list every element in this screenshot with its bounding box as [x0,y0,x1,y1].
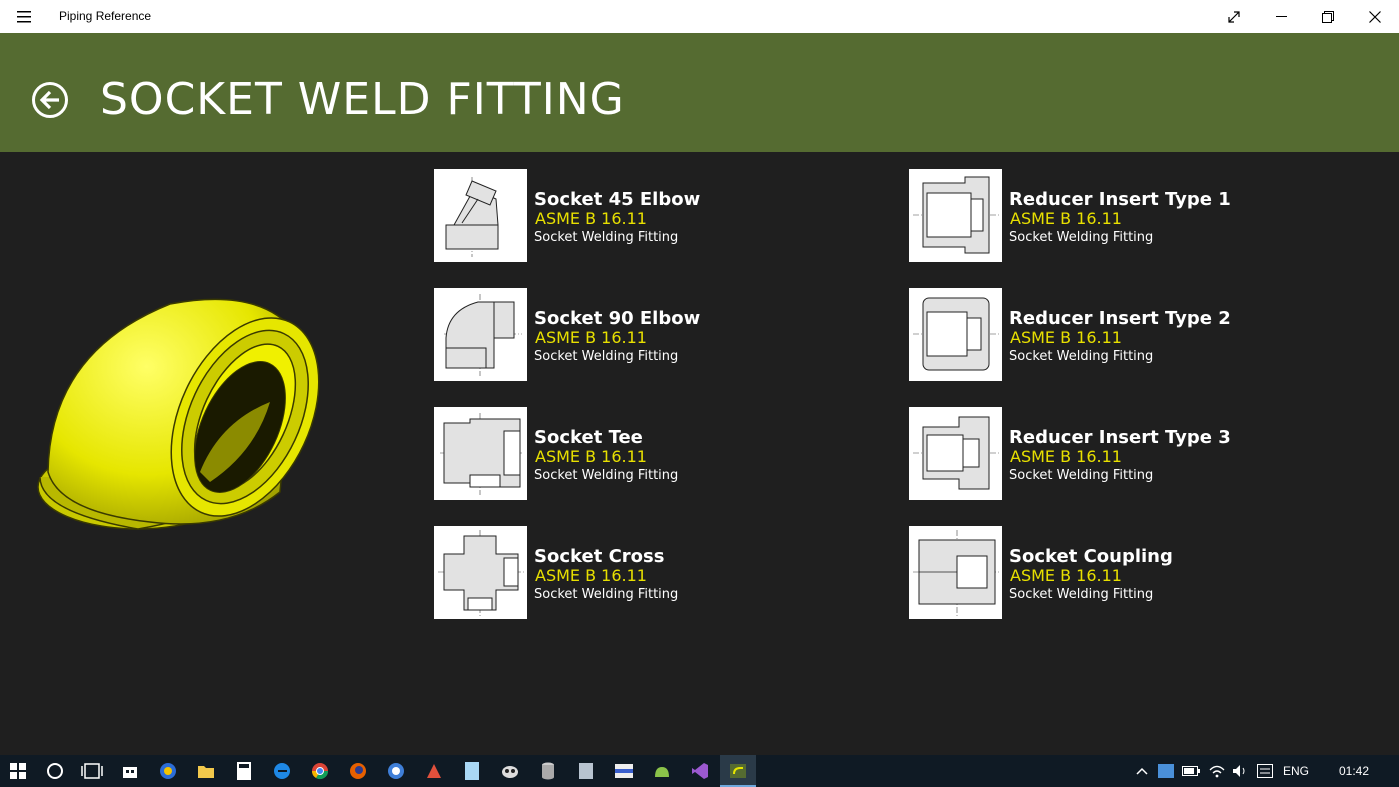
battery-icon[interactable] [1179,759,1203,783]
firefox-icon[interactable] [346,759,370,783]
database-icon[interactable] [536,759,560,783]
item-description: Socket Welding Fitting [1009,587,1154,602]
minimize-button[interactable] [1258,0,1304,33]
item-description: Socket Welding Fitting [1009,230,1154,245]
list-item[interactable]: Socket Coupling ASME B 16.11 Socket Weld… [909,526,1349,619]
item-name: Socket Cross [534,546,665,567]
list-item[interactable]: Reducer Insert Type 2 ASME B 16.11 Socke… [909,288,1349,381]
list-item[interactable]: Socket 45 Elbow ASME B 16.11 Socket Weld… [434,169,874,262]
item-standard: ASME B 16.11 [1010,209,1122,228]
restore-button[interactable] [1305,0,1351,33]
edge-browser-icon[interactable] [270,759,294,783]
windows-start-icon[interactable] [6,759,30,783]
taskbar: ENG 01:42 [0,755,1399,787]
action-center-icon[interactable] [1253,759,1277,783]
list-item[interactable]: Reducer Insert Type 3 ASME B 16.11 Socke… [909,407,1349,500]
back-arrow-icon [32,82,68,118]
item-standard: ASME B 16.11 [1010,328,1122,347]
chevron-up-icon[interactable] [1130,759,1154,783]
item-description: Socket Welding Fitting [534,349,679,364]
app-icon-blue-swirl[interactable] [384,759,408,783]
item-name: Socket Coupling [1009,546,1173,567]
item-standard: ASME B 16.11 [535,328,647,347]
visual-studio-icon[interactable] [688,759,712,783]
title-bar: Piping Reference [0,0,1399,33]
item-standard: ASME B 16.11 [535,566,647,585]
item-standard: ASME B 16.11 [1010,447,1122,466]
store-icon[interactable] [118,759,142,783]
wifi-icon[interactable] [1205,759,1229,783]
page-header: SOCKET WELD FITTING [0,33,1399,152]
item-description: Socket Welding Fitting [1009,349,1154,364]
item-description: Socket Welding Fitting [534,230,679,245]
calculator-icon[interactable] [232,759,256,783]
item-name: Socket Tee [534,427,643,448]
item-description: Socket Welding Fitting [534,468,679,483]
reducer-insert-3-drawing-icon [909,407,1002,500]
list-item[interactable]: Reducer Insert Type 1 ASME B 16.11 Socke… [909,169,1349,262]
app-icon-globe[interactable] [156,759,180,783]
app-icon-panda[interactable] [498,759,522,783]
tray-app-icon[interactable] [1154,759,1178,783]
piping-reference-app-icon[interactable] [726,759,750,783]
page-title: SOCKET WELD FITTING [100,74,625,125]
list-item[interactable]: Socket Tee ASME B 16.11 Socket Welding F… [434,407,874,500]
item-standard: ASME B 16.11 [535,447,647,466]
list-item[interactable]: Socket Cross ASME B 16.11 Socket Welding… [434,526,874,619]
main-content: Socket 45 Elbow ASME B 16.11 Socket Weld… [0,152,1399,755]
socket-45-elbow-drawing-icon [434,169,527,262]
item-name: Reducer Insert Type 3 [1009,427,1231,448]
item-standard: ASME B 16.11 [1010,566,1122,585]
socket-coupling-drawing-icon [909,526,1002,619]
item-description: Socket Welding Fitting [1009,468,1154,483]
task-view-icon[interactable] [80,759,104,783]
back-button[interactable] [31,81,69,119]
socket-tee-drawing-icon [434,407,527,500]
cortana-search-icon[interactable] [43,759,67,783]
item-standard: ASME B 16.11 [535,209,647,228]
elbow-3d-illustration [37,298,320,530]
window-title: Piping Reference [59,9,152,23]
hamburger-menu-icon[interactable] [8,0,40,33]
app-icon-flag[interactable] [612,759,636,783]
language-indicator[interactable]: ENG [1283,764,1309,778]
socket-90-elbow-drawing-icon [434,288,527,381]
android-icon[interactable] [650,759,674,783]
item-name: Socket 90 Elbow [534,308,701,329]
reducer-insert-1-drawing-icon [909,169,1002,262]
close-button[interactable] [1352,0,1398,33]
clock[interactable]: 01:42 [1339,764,1369,778]
volume-icon[interactable] [1228,759,1252,783]
fullscreen-icon[interactable] [1211,0,1257,33]
notepad-icon[interactable] [460,759,484,783]
item-name: Reducer Insert Type 1 [1009,189,1231,210]
item-description: Socket Welding Fitting [534,587,679,602]
chrome-icon[interactable] [308,759,332,783]
reducer-insert-2-drawing-icon [909,288,1002,381]
app-icon-disk[interactable] [574,759,598,783]
app-icon-red[interactable] [422,759,446,783]
list-item[interactable]: Socket 90 Elbow ASME B 16.11 Socket Weld… [434,288,874,381]
item-name: Socket 45 Elbow [534,189,701,210]
file-explorer-icon[interactable] [194,759,218,783]
socket-cross-drawing-icon [434,526,527,619]
item-name: Reducer Insert Type 2 [1009,308,1231,329]
